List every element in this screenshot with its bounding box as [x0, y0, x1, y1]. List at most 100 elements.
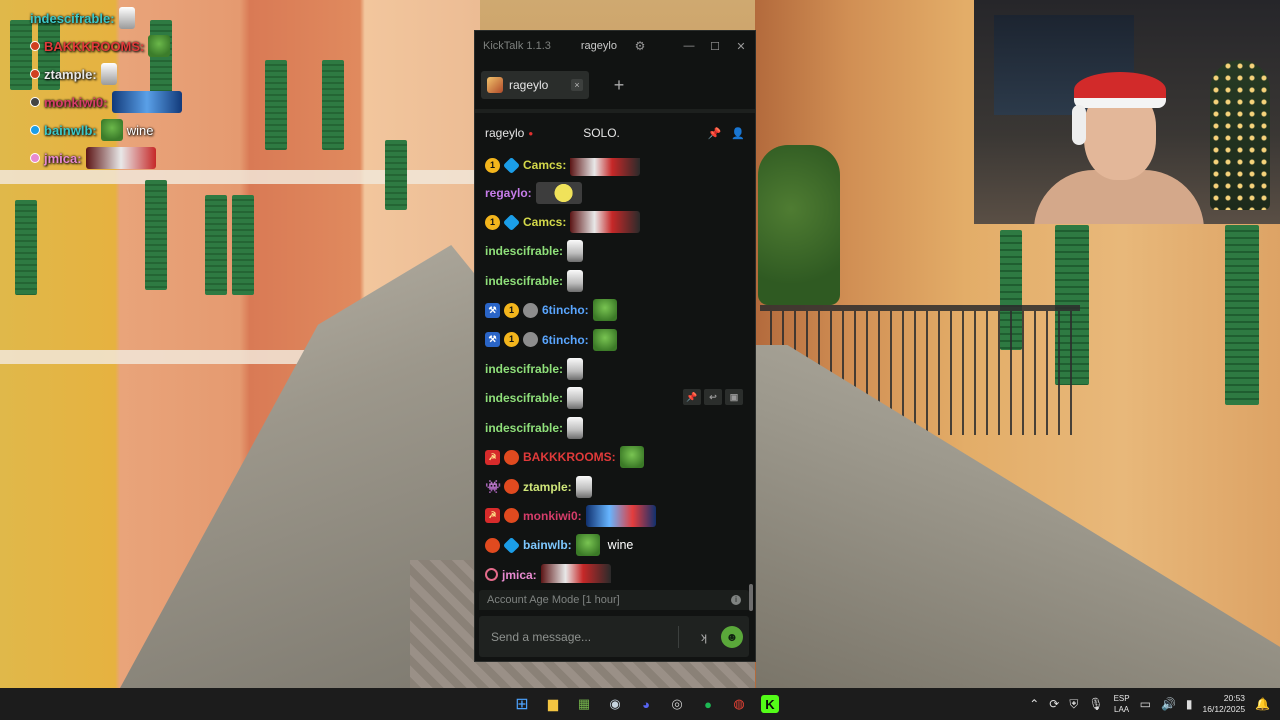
chat-message[interactable]: indescifrable:: [475, 266, 755, 295]
cube-badge-icon: [503, 158, 520, 174]
chat-username[interactable]: indescifrable:: [485, 362, 563, 376]
notification-bell-icon[interactable]: 🔔: [1255, 697, 1270, 711]
pin-message-icon[interactable]: 📌: [683, 388, 701, 405]
chat-message[interactable]: jmica:: [475, 560, 755, 583]
clock-date: 16/12/2025: [1202, 704, 1246, 714]
tab-close-icon[interactable]: ×: [571, 79, 583, 91]
windows-start-icon[interactable]: ⊞: [510, 692, 534, 716]
security-icon[interactable]: ⛨: [1069, 697, 1078, 712]
badge-icon: [30, 41, 40, 51]
chat-message[interactable]: indescifrable:: [475, 237, 755, 266]
emote-icon: [570, 211, 641, 234]
emote-icon: [592, 328, 617, 351]
account-name[interactable]: rageylo: [581, 40, 617, 52]
emote-icon: [567, 358, 584, 381]
minimize-icon[interactable]: —: [683, 40, 695, 53]
keyboard-layout: LAA: [1114, 705, 1130, 714]
overlay-chat-line: monkiwi0:: [30, 88, 230, 116]
emote-icon: [585, 504, 656, 527]
overlay-username: monkiwi0:: [44, 94, 108, 110]
close-icon[interactable]: ✕: [735, 40, 747, 53]
emote-icon: [567, 387, 584, 410]
gray-badge-icon: [523, 302, 538, 318]
gray-badge-icon: [523, 332, 538, 348]
chat-username[interactable]: indescifrable:: [485, 421, 563, 435]
message-actions: 📌 ↩ ▣: [683, 388, 743, 405]
chat-username[interactable]: jmica:: [502, 568, 537, 582]
target-badge-icon: [485, 568, 498, 582]
chat-username[interactable]: indescifrable:: [485, 244, 563, 258]
maximize-icon[interactable]: ☐: [709, 40, 721, 53]
overlay-chat-line: BAKKKROOMS:: [30, 32, 230, 60]
pin-icon[interactable]: 📌: [708, 127, 722, 140]
chat-message[interactable]: ☭ monkiwi0:: [475, 501, 755, 530]
copy-icon[interactable]: ▣: [725, 388, 743, 405]
emote-icon: [118, 7, 135, 29]
chat-username[interactable]: BAKKKROOMS:: [523, 450, 616, 464]
gift-badge-icon: [504, 508, 519, 524]
volume-icon[interactable]: 🔊: [1161, 697, 1176, 711]
obs-icon[interactable]: ◎: [665, 692, 689, 716]
chat-message-list[interactable]: 1 Camcs: regaylo: 1 Camcs: indescifrable: inde…: [475, 158, 755, 583]
steam-icon[interactable]: ◉: [603, 692, 627, 716]
alien-badge-icon: 👾: [485, 479, 502, 495]
chevron-up-icon[interactable]: ⌃: [1029, 697, 1039, 711]
chat-scrollbar[interactable]: [749, 584, 753, 611]
webcam-feed: [974, 0, 1280, 224]
overlay-username: BAKKKROOMS:: [44, 38, 145, 54]
overlay-chat-line: indescifrable:: [30, 4, 230, 32]
emoji-picker-icon[interactable]: ☻: [721, 625, 743, 648]
chat-username[interactable]: 6tincho:: [542, 303, 589, 317]
spotify-icon[interactable]: ●: [696, 692, 720, 716]
discord-icon[interactable]: ◕: [634, 692, 658, 716]
minecraft-icon[interactable]: ▦: [572, 692, 596, 716]
network-icon[interactable]: ▭: [1140, 697, 1151, 711]
chat-username[interactable]: Camcs:: [523, 158, 566, 172]
kick-emote-icon[interactable]: ʞ: [693, 626, 715, 648]
reply-icon[interactable]: ↩: [704, 388, 722, 405]
chat-username[interactable]: Camcs:: [523, 215, 566, 229]
chat-message[interactable]: 1 Camcs:: [475, 207, 755, 236]
sync-icon[interactable]: ⟳: [1049, 697, 1059, 711]
chat-message[interactable]: indescifrable:: [475, 413, 755, 442]
chrome-icon[interactable]: ◍: [727, 692, 751, 716]
system-clock[interactable]: 20:53 16/12/2025: [1203, 693, 1246, 715]
chat-message[interactable]: ⚒ 1 6tincho:: [475, 325, 755, 354]
add-tab-button[interactable]: +: [605, 71, 633, 99]
chat-message[interactable]: 1 Camcs:: [475, 158, 755, 178]
chat-username[interactable]: indescifrable:: [485, 391, 563, 405]
chat-message[interactable]: regaylo:: [475, 178, 755, 207]
tab-rageylo[interactable]: rageylo ×: [481, 71, 589, 99]
gift-badge-icon: [504, 479, 519, 495]
settings-gear-icon[interactable]: ⚙: [633, 39, 647, 53]
chat-message[interactable]: ☭ BAKKKROOMS:: [475, 443, 755, 472]
chat-message-text: wine: [607, 538, 634, 553]
chat-username[interactable]: monkiwi0:: [523, 509, 582, 523]
mod-badge-icon: ⚒: [485, 302, 500, 318]
chat-message[interactable]: ⚒ 1 6tincho:: [475, 296, 755, 325]
chat-username[interactable]: regaylo:: [485, 186, 532, 200]
chat-username[interactable]: bainwlb:: [523, 538, 572, 552]
chat-username[interactable]: 6tincho:: [542, 333, 589, 347]
kicktalk-window: KickTalk 1.1.3 rageylo ⚙ — ☐ ✕ rageylo ×…: [474, 30, 756, 662]
emote-icon: [567, 269, 584, 292]
user-icon[interactable]: 👤: [731, 127, 745, 140]
file-explorer-icon[interactable]: ▆: [541, 692, 565, 716]
chat-message[interactable]: bainwlb: wine: [475, 531, 755, 560]
chat-username[interactable]: ztample:: [523, 480, 572, 494]
gift-badge-icon: [485, 537, 500, 553]
emote-icon: [567, 240, 584, 263]
emote-icon: [535, 181, 582, 204]
title-bar: KickTalk 1.1.3 rageylo ⚙ — ☐ ✕: [475, 31, 755, 61]
chat-username[interactable]: indescifrable:: [485, 274, 563, 288]
message-input[interactable]: [491, 629, 670, 644]
chat-message[interactable]: indescifrable:: [475, 354, 755, 383]
chat-message[interactable]: 👾 ztample:: [475, 472, 755, 501]
composer-divider: [678, 625, 679, 648]
microphone-icon[interactable]: 🎙: [1088, 697, 1103, 711]
keyboard-language[interactable]: ESP LAA: [1114, 693, 1130, 715]
chat-message[interactable]: indescifrable: 📌 ↩ ▣: [475, 384, 755, 413]
info-icon[interactable]: i: [731, 595, 741, 605]
battery-icon[interactable]: ▮: [1186, 697, 1193, 711]
kick-app-icon[interactable]: K: [761, 695, 779, 713]
